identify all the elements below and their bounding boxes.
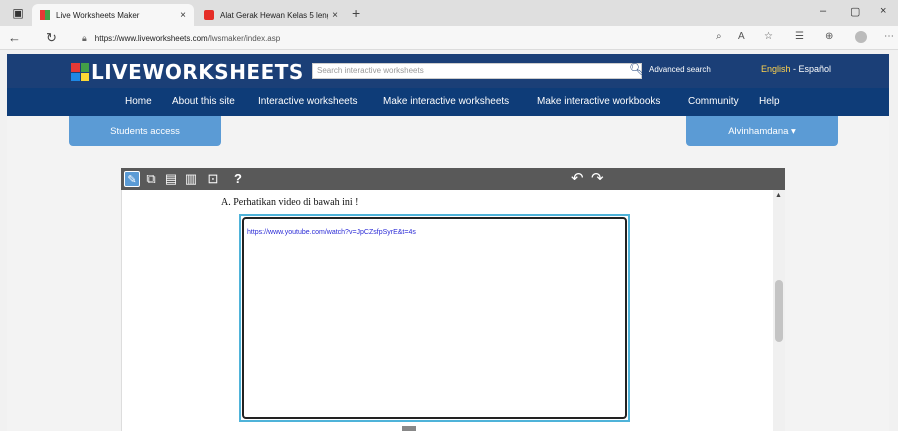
tab-title: Alat Gerak Hewan Kelas 5 lengkap [220, 10, 328, 20]
students-access-button[interactable]: Students access [69, 116, 221, 146]
redo-icon[interactable]: ↷ [591, 169, 604, 187]
site-search-input[interactable]: Search interactive worksheets [312, 63, 642, 79]
liveworksheets-favicon-icon [40, 10, 50, 20]
url-host: https://www.liveworksheets.com [94, 33, 208, 43]
worksheet-page: A. Perhatikan video di bawah ini ! https… [121, 190, 785, 431]
save-icon[interactable]: ⊡ [205, 171, 221, 187]
favorite-icon[interactable]: ☆ [764, 31, 773, 42]
page-bottom-handle[interactable] [402, 426, 416, 431]
search-icon[interactable]: ⌕ [716, 31, 722, 42]
scroll-up-arrow-icon[interactable]: ▲ [775, 192, 782, 199]
answer-textbox[interactable]: https://www.youtube.com/watch?v=JpCZsfpS… [242, 217, 627, 419]
tab-close-icon[interactable]: × [332, 10, 338, 21]
selected-textbox-frame[interactable]: https://www.youtube.com/watch?v=JpCZsfpS… [239, 214, 630, 422]
browser-tab-strip: ▣ Live Worksheets Maker × Alat Gerak Hew… [0, 0, 898, 26]
reload-button[interactable]: ↻ [46, 30, 57, 46]
browser-tab-liveworksheets[interactable]: Live Worksheets Maker × [32, 4, 194, 26]
question-text: A. Perhatikan video di bawah ini ! [221, 197, 359, 208]
undo-icon[interactable]: ↶ [571, 169, 584, 187]
copy-page-icon[interactable]: ▤ [163, 171, 179, 187]
language-switch: English - Español [761, 64, 831, 74]
edit-mode-icon[interactable]: ✎ [124, 171, 140, 187]
back-button[interactable]: ← [8, 30, 21, 45]
language-separator: - [790, 64, 799, 74]
url-field[interactable]: 🔒︎ https://www.liveworksheets.com /lwsma… [82, 30, 722, 46]
restore-button[interactable]: ▢ [850, 5, 860, 18]
page-scrollbar[interactable]: ▲ [773, 190, 785, 431]
advanced-search-link[interactable]: Advanced search [649, 65, 711, 74]
preview-icon[interactable]: ⧉ [143, 171, 159, 187]
nav-help[interactable]: Help [759, 96, 780, 107]
scrollbar-thumb[interactable] [775, 280, 783, 342]
nav-home[interactable]: Home [125, 96, 152, 107]
lock-icon: 🔒︎ [82, 32, 87, 43]
browser-tab-youtube[interactable]: Alat Gerak Hewan Kelas 5 lengkap × [196, 4, 346, 26]
more-menu-icon[interactable]: ⋯ [884, 31, 894, 42]
new-tab-button[interactable]: + [352, 5, 360, 21]
minimize-button[interactable]: – [820, 5, 826, 17]
tab-close-icon[interactable]: × [180, 10, 186, 21]
help-icon[interactable]: ? [234, 171, 242, 186]
textbox-value: https://www.youtube.com/watch?v=JpCZsfpS… [247, 229, 416, 236]
address-bar-row: ← ↻ 🔒︎ https://www.liveworksheets.com /l… [0, 26, 898, 50]
language-spanish-link[interactable]: Español [799, 64, 832, 74]
collections-icon[interactable]: ⊕ [825, 31, 833, 42]
logo-mark-icon [71, 63, 89, 81]
nav-interactive-worksheets[interactable]: Interactive worksheets [258, 96, 358, 107]
url-path: /lwsmaker/index.asp [207, 33, 281, 43]
youtube-favicon-icon [204, 10, 214, 20]
logo-text: LIVEWORKSHEETS [91, 60, 304, 84]
favorites-list-icon[interactable]: ☰ [795, 31, 804, 42]
close-window-button[interactable]: × [880, 5, 886, 17]
user-menu-button[interactable]: Alvinhamdana ▾ [686, 116, 838, 146]
tab-title: Live Worksheets Maker [56, 10, 140, 20]
profile-avatar-icon[interactable] [855, 31, 867, 43]
nav-make-interactive-worksheets[interactable]: Make interactive worksheets [383, 96, 509, 107]
site-header: LIVEWORKSHEETS Search interactive worksh… [7, 54, 889, 88]
site-nav: Home About this site Interactive workshe… [7, 88, 889, 116]
editor-toolbar: ✎ ⧉ ▤ ▥ ⊡ ? ↶ ↷ [121, 168, 785, 190]
tab-actions-icon[interactable]: ▣ [10, 6, 26, 20]
search-icon[interactable]: 🔍︎ [629, 62, 644, 76]
language-english-link[interactable]: English [761, 64, 791, 74]
nav-make-interactive-workbooks[interactable]: Make interactive workbooks [537, 96, 660, 107]
nav-about[interactable]: About this site [172, 96, 235, 107]
read-aloud-icon[interactable]: A [738, 31, 745, 42]
site-logo[interactable]: LIVEWORKSHEETS [71, 60, 304, 84]
nav-community[interactable]: Community [688, 96, 739, 107]
paste-page-icon[interactable]: ▥ [183, 171, 199, 187]
